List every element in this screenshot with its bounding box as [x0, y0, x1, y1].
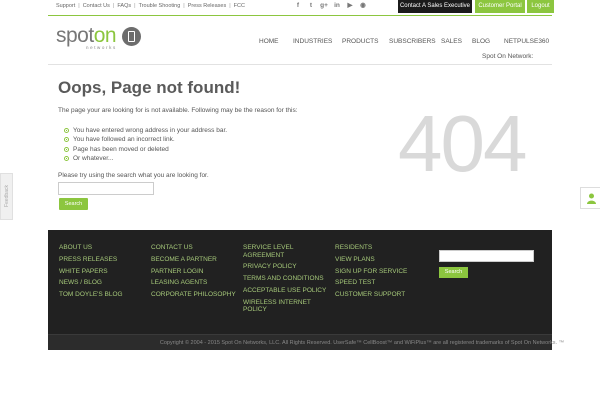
footer-column-company: ABOUT US PRESS RELEASES WHITE PAPERS NEW… — [59, 244, 139, 303]
footer-search-button[interactable]: Search — [439, 267, 468, 278]
footer-link-philosophy[interactable]: CORPORATE PHILOSOPHY — [151, 291, 237, 299]
youtube-icon[interactable]: ▶ — [346, 2, 354, 10]
footer-link-sla[interactable]: SERVICE LEVEL AGREEMENT — [243, 244, 327, 259]
list-item: You have followed an incorrect link. — [64, 135, 227, 144]
search-input[interactable] — [58, 182, 154, 195]
separator: | — [134, 3, 136, 9]
footer-column-partners: CONTACT US BECOME A PARTNER PARTNER LOGI… — [151, 244, 237, 303]
copyright-bar: Copyright © 2004 - 2015 Spot On Networks… — [48, 334, 564, 350]
feedback-label: Feedback — [4, 185, 10, 207]
footer-link-aup[interactable]: ACCEPTABLE USE POLICY — [243, 287, 327, 295]
intro-text: The page your are looking for is not ava… — [58, 107, 298, 114]
nav-blog[interactable]: BLOG — [472, 38, 490, 45]
footer-link-about[interactable]: ABOUT US — [59, 244, 139, 252]
reason-list: You have entered wrong address in your a… — [64, 126, 227, 163]
footer-link-signup[interactable]: SIGN UP FOR SERVICE — [335, 268, 421, 276]
separator: | — [112, 3, 115, 9]
footer-link-tomblog[interactable]: TOM DOYLE'S BLOG — [59, 291, 139, 299]
top-link-faqs[interactable]: FAQs — [117, 3, 131, 9]
logo-subtitle: networks — [86, 45, 117, 50]
footer-column-residents: RESIDENTS VIEW PLANS SIGN UP FOR SERVICE… — [335, 244, 421, 303]
footer-link-press[interactable]: PRESS RELEASES — [59, 256, 139, 264]
facebook-icon[interactable]: f — [294, 2, 302, 10]
rss-icon[interactable]: ◉ — [359, 2, 367, 10]
footer: ABOUT US PRESS RELEASES WHITE PAPERS NEW… — [48, 230, 564, 350]
sub-caption: Spot On Network: — [482, 53, 534, 60]
social-icons: f t g+ in ▶ ◉ — [294, 2, 367, 10]
nav-industries[interactable]: INDUSTRIES — [293, 38, 332, 45]
footer-search-input[interactable] — [439, 250, 534, 262]
chat-tab[interactable] — [580, 187, 600, 209]
logout-button[interactable]: Logout — [527, 0, 554, 13]
separator: | — [183, 3, 185, 9]
logo-building-icon — [122, 27, 141, 46]
footer-column-policies: SERVICE LEVEL AGREEMENT PRIVACY POLICY T… — [243, 244, 327, 318]
footer-link-become-partner[interactable]: BECOME A PARTNER — [151, 256, 237, 264]
nav-products[interactable]: PRODUCTS — [342, 38, 378, 45]
google-plus-icon[interactable]: g+ — [320, 2, 328, 10]
top-bar: Support | Contact Us | FAQs | Trouble Shoot… — [48, 0, 554, 14]
copyright-text: Copyright © 2004 - 2015 Spot On Networks… — [159, 340, 565, 346]
list-item: Page has been moved or deleted — [64, 145, 227, 154]
footer-link-whitepapers[interactable]: WHITE PAPERS — [59, 268, 139, 276]
list-item: Or whatever... — [64, 154, 227, 163]
footer-link-support[interactable]: CUSTOMER SUPPORT — [335, 291, 421, 299]
top-links: Support | Contact Us | FAQs | Trouble Shoot… — [56, 3, 245, 9]
error-code: 404 — [398, 99, 527, 188]
footer-link-terms[interactable]: TERMS AND CONDITIONS — [243, 275, 327, 283]
customer-portal-button[interactable]: Customer Portal — [475, 0, 525, 13]
header-divider — [48, 64, 552, 65]
nav-home[interactable]: HOME — [259, 38, 279, 45]
footer-link-partner-login[interactable]: PARTNER LOGIN — [151, 268, 237, 276]
footer-link-speedtest[interactable]: SPEED TEST — [335, 279, 421, 287]
separator: | — [78, 3, 80, 9]
top-divider — [48, 15, 552, 16]
bullet-icon — [64, 146, 69, 152]
contact-sales-button[interactable]: Contact A Sales Executive — [398, 0, 472, 13]
footer-link-residents[interactable]: RESIDENTS — [335, 244, 421, 252]
footer-link-news[interactable]: NEWS / BLOG — [59, 279, 139, 287]
top-link-press[interactable]: Press Releases — [188, 3, 227, 9]
bullet-icon — [64, 128, 69, 134]
feedback-tab[interactable]: Feedback — [0, 173, 13, 220]
bullet-icon — [64, 137, 69, 143]
nav-subscribers[interactable]: SUBSCRIBERS — [389, 38, 436, 45]
nav-sales[interactable]: SALES — [441, 38, 462, 45]
footer-link-leasing[interactable]: LEASING AGENTS — [151, 279, 237, 287]
user-icon — [587, 193, 596, 204]
top-link-contact[interactable]: Contact Us — [83, 3, 110, 9]
search-button[interactable]: Search — [59, 198, 88, 210]
linkedin-icon[interactable]: in — [333, 2, 341, 10]
footer-link-wireless-policy[interactable]: WIRELESS INTERNET POLICY — [243, 299, 327, 314]
footer-link-view-plans[interactable]: VIEW PLANS — [335, 256, 421, 264]
top-link-fcc[interactable]: FCC — [234, 3, 245, 9]
page-title: Oops, Page not found! — [58, 78, 241, 97]
bullet-icon — [64, 156, 69, 162]
twitter-icon[interactable]: t — [307, 2, 315, 10]
top-link-troubleshooting[interactable]: Trouble Shooting — [139, 3, 181, 9]
separator: | — [229, 3, 231, 9]
search-hint: Please try using the search what you are… — [58, 172, 209, 179]
footer-link-contact[interactable]: CONTACT US — [151, 244, 237, 252]
top-link-support[interactable]: Support — [56, 3, 75, 9]
nav-netpulse360[interactable]: NETPULSE360 — [504, 38, 549, 45]
list-item: You have entered wrong address in your a… — [64, 126, 227, 135]
footer-link-privacy[interactable]: PRIVACY POLICY — [243, 263, 327, 271]
